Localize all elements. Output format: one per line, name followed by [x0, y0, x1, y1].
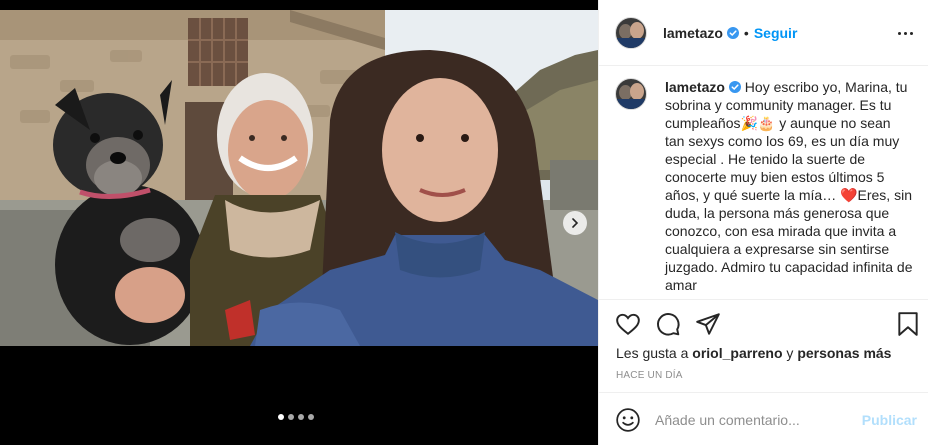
verified-badge-icon	[726, 26, 739, 39]
more-options-icon[interactable]	[893, 24, 917, 42]
carousel-indicator	[278, 414, 314, 420]
bookmark-icon[interactable]	[895, 311, 921, 337]
avatar[interactable]	[615, 16, 647, 49]
liked-by-user-link[interactable]: oriol_parreno	[692, 345, 782, 361]
chevron-right-icon	[572, 218, 579, 228]
follow-button[interactable]: Seguir	[754, 25, 798, 41]
likes-others-link[interactable]: personas más	[797, 345, 891, 361]
caption-avatar[interactable]	[615, 78, 647, 110]
post-actions-bar	[599, 299, 928, 347]
likes-prefix: Les gusta a	[616, 345, 693, 361]
instagram-post-modal: lametazo • Seguir lametazo Hoy escribo y…	[0, 0, 928, 445]
caption-text: lametazo Hoy escribo yo, Marina, tu sobr…	[665, 78, 913, 299]
caption-username-link[interactable]: lametazo	[665, 79, 725, 95]
next-slide-button[interactable]	[563, 211, 587, 235]
heart-icon[interactable]	[615, 311, 641, 337]
likes-summary: Les gusta a oriol_parreno y personas más	[616, 345, 891, 361]
carousel-dot	[308, 414, 314, 420]
caption-block: lametazo Hoy escribo yo, Marina, tu sobr…	[599, 66, 928, 299]
comment-icon[interactable]	[655, 311, 681, 337]
likes-middle: y	[782, 345, 798, 361]
carousel-dot	[288, 414, 294, 420]
post-media-area	[0, 0, 598, 445]
verified-badge-icon	[728, 81, 741, 93]
carousel-dot-active	[278, 414, 284, 420]
carousel-dot	[298, 414, 304, 420]
post-side-panel: lametazo • Seguir lametazo Hoy escribo y…	[598, 0, 928, 445]
post-photo	[0, 10, 598, 346]
comment-input[interactable]	[655, 408, 855, 432]
separator-dot: •	[743, 24, 749, 41]
comment-bar: Publicar	[599, 392, 928, 445]
post-timestamp[interactable]: HACE UN DÍA	[616, 370, 683, 381]
caption-body: Hoy escribo yo, Marina, tu sobrina y com…	[665, 79, 913, 293]
emoji-icon[interactable]	[615, 407, 641, 433]
share-icon[interactable]	[695, 311, 721, 337]
username-link[interactable]: lametazo	[663, 25, 723, 41]
post-header: lametazo • Seguir	[599, 0, 928, 66]
post-photo-image	[0, 10, 598, 346]
publish-button[interactable]: Publicar	[862, 412, 917, 428]
